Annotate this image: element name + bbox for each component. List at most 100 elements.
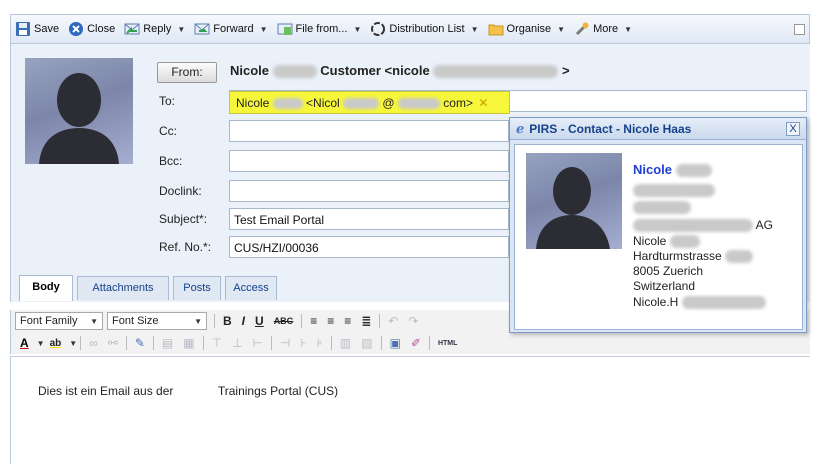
from-button[interactable]: From: bbox=[157, 62, 217, 83]
redaction bbox=[669, 235, 700, 249]
bcc-field[interactable] bbox=[229, 150, 509, 172]
avatar bbox=[25, 58, 133, 164]
underline-icon[interactable]: U bbox=[255, 314, 264, 328]
row-after-icon[interactable]: ⊥ bbox=[232, 336, 242, 350]
redaction bbox=[397, 98, 440, 110]
bold-icon[interactable]: B bbox=[223, 314, 232, 328]
contact-name[interactable]: Nicole bbox=[633, 162, 712, 178]
close-button[interactable]: Close bbox=[68, 21, 115, 37]
split-cells-icon[interactable]: ▥ bbox=[340, 336, 351, 350]
image-icon[interactable]: ▣ bbox=[390, 336, 401, 350]
email-body-editor[interactable]: Dies ist ein Email aus der Trainings Por… bbox=[10, 356, 810, 464]
cleanup-icon[interactable]: ✐ bbox=[411, 336, 421, 350]
chevron-down-icon: ▼ bbox=[259, 24, 268, 34]
main-toolbar: Save Close Reply ▼ Forward ▼ File from... ▼… bbox=[10, 14, 810, 44]
chevron-down-icon: ▼ bbox=[177, 24, 186, 34]
refno-field[interactable]: CUS/HZI/00036 bbox=[229, 236, 509, 258]
redaction bbox=[633, 219, 753, 233]
wrench-icon bbox=[576, 22, 589, 36]
ear-icon: ℯ bbox=[516, 120, 525, 136]
contact-street-text: Hardturmstrasse bbox=[633, 249, 722, 263]
from-suffix: Customer <nicole bbox=[320, 63, 430, 78]
editor-insert-toolbar: A ▼ ab ▼ ∞ ⚯ ✎ ▤ ▦ ⊤ ⊥ ⊢ ⊣ ⊦ ⊧ ▥ ▧ ▣ ✐ H… bbox=[10, 332, 810, 354]
font-size-select[interactable]: Font Size ▼ bbox=[107, 312, 207, 330]
edit-icon[interactable]: ✎ bbox=[135, 336, 145, 350]
chevron-down-icon: ▼ bbox=[624, 24, 633, 34]
doclink-field[interactable] bbox=[229, 180, 509, 202]
redaction bbox=[272, 98, 303, 110]
undo-icon[interactable]: ↶ bbox=[388, 314, 398, 328]
forward-button[interactable]: Forward ▼ bbox=[194, 21, 268, 37]
italic-icon[interactable]: I bbox=[242, 314, 245, 328]
table-props-icon[interactable]: ▦ bbox=[183, 336, 194, 350]
contact-first-name-text: Nicole bbox=[633, 234, 667, 248]
tab-posts[interactable]: Posts bbox=[173, 276, 221, 300]
subject-field[interactable]: Test Email Portal bbox=[229, 208, 509, 230]
unlink-icon[interactable]: ⚯ bbox=[108, 336, 118, 350]
align-right-icon[interactable]: ≡ bbox=[344, 314, 351, 328]
highlight-color-icon[interactable]: ab bbox=[50, 338, 62, 349]
tab-access[interactable]: Access bbox=[225, 276, 277, 300]
distribution-list-button[interactable]: Distribution List ▼ bbox=[370, 21, 479, 37]
more-button[interactable]: More ▼ bbox=[574, 21, 632, 37]
separator bbox=[379, 314, 381, 328]
delete-row-icon[interactable]: ⊢ bbox=[252, 336, 262, 350]
font-family-value: Font Family bbox=[20, 315, 78, 327]
save-button[interactable]: Save bbox=[15, 21, 59, 37]
doclink-label: Doclink: bbox=[159, 184, 202, 198]
file-from-button[interactable]: File from... ▼ bbox=[277, 21, 362, 37]
popup-header: ℯ PIRS - Contact - Nicole Haas bbox=[510, 118, 806, 140]
redaction bbox=[725, 250, 754, 264]
row-before-icon[interactable]: ⊤ bbox=[212, 336, 222, 350]
reply-button[interactable]: Reply ▼ bbox=[124, 21, 185, 37]
table-icon[interactable]: ▤ bbox=[162, 336, 173, 350]
tab-attachments[interactable]: Attachments bbox=[77, 276, 169, 300]
font-family-select[interactable]: Font Family ▼ bbox=[15, 312, 103, 330]
redacted-line bbox=[633, 183, 715, 198]
forward-icon bbox=[194, 23, 210, 35]
redaction bbox=[633, 201, 691, 215]
contact-company: AG bbox=[633, 218, 773, 233]
window-close-box[interactable] bbox=[794, 24, 805, 35]
strikethrough-icon[interactable]: ABC bbox=[274, 316, 294, 326]
separator bbox=[202, 336, 204, 350]
remove-recipient-icon[interactable]: ✕ bbox=[478, 96, 488, 110]
col-before-icon[interactable]: ⊣ bbox=[280, 336, 290, 350]
text-color-icon[interactable]: A bbox=[20, 336, 29, 350]
contact-email[interactable]: Nicole.H bbox=[633, 295, 766, 310]
popup-title: PIRS - Contact - Nicole Haas bbox=[529, 121, 692, 136]
html-icon[interactable]: HTML bbox=[438, 340, 457, 347]
delete-col-icon[interactable]: ⊧ bbox=[317, 336, 323, 350]
redo-icon[interactable]: ↷ bbox=[408, 314, 418, 328]
to-token-addr-start: <Nicol bbox=[306, 96, 340, 110]
col-after-icon[interactable]: ⊦ bbox=[300, 336, 306, 350]
to-recipient-token[interactable]: Nicole <Nicol @ com> ✕ bbox=[229, 91, 510, 114]
chevron-down-icon[interactable]: ▼ bbox=[37, 339, 45, 348]
organise-button[interactable]: Organise ▼ bbox=[488, 21, 565, 37]
distribution-icon bbox=[371, 22, 386, 36]
to-token-name: Nicole bbox=[236, 96, 270, 110]
chevron-down-icon: ▼ bbox=[194, 316, 202, 326]
file-from-label: File from... bbox=[295, 23, 348, 35]
to-token-at: @ bbox=[382, 96, 395, 110]
contact-popup: ℯ PIRS - Contact - Nicole Haas X Nicole … bbox=[509, 117, 807, 333]
popup-body: Nicole AG Nicole Hardturmstrasse 8005 Zu… bbox=[514, 144, 803, 330]
redaction bbox=[633, 184, 715, 198]
contact-country: Switzerland bbox=[633, 279, 696, 293]
close-label: Close bbox=[87, 23, 116, 35]
cc-field[interactable] bbox=[229, 120, 509, 142]
align-left-icon[interactable]: ≡ bbox=[310, 314, 317, 328]
forward-label: Forward bbox=[213, 23, 254, 35]
merge-cells-icon[interactable]: ▧ bbox=[361, 336, 372, 350]
chevron-down-icon: ▼ bbox=[353, 24, 362, 34]
person-silhouette-icon bbox=[536, 167, 610, 249]
align-center-icon[interactable]: ≡ bbox=[327, 314, 334, 328]
link-icon[interactable]: ∞ bbox=[89, 336, 98, 350]
popup-close-button[interactable]: X bbox=[786, 122, 800, 136]
justify-icon[interactable]: ≣ bbox=[361, 314, 371, 328]
contact-street: Hardturmstrasse bbox=[633, 249, 754, 264]
redaction bbox=[681, 296, 766, 310]
tab-body[interactable]: Body bbox=[19, 275, 73, 301]
chevron-down-icon[interactable]: ▼ bbox=[69, 339, 77, 348]
folder-icon bbox=[488, 24, 504, 36]
